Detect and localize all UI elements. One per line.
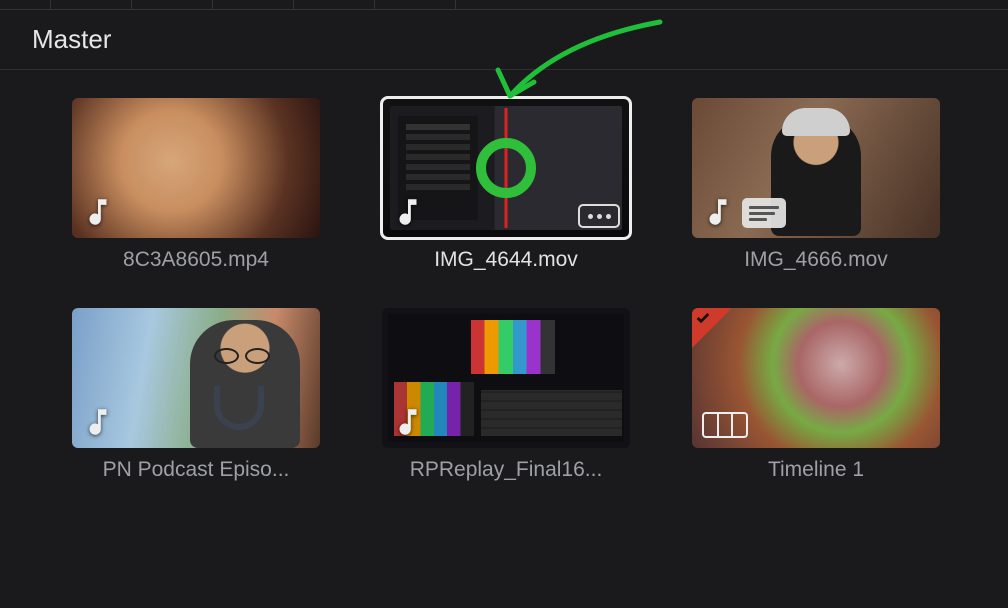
- clip-label: IMG_4666.mov: [744, 248, 888, 272]
- clip-thumbnail[interactable]: [692, 308, 940, 448]
- clip-thumbnail[interactable]: [72, 98, 320, 238]
- clip-item[interactable]: IMG_4666.mov: [676, 98, 956, 272]
- clip-label: PN Podcast Episo...: [103, 458, 290, 482]
- audio-icon: [390, 404, 426, 440]
- clip-thumbnail[interactable]: [72, 308, 320, 448]
- clip-label: RPReplay_Final16...: [410, 458, 603, 482]
- audio-icon: [80, 404, 116, 440]
- clip-label: 8C3A8605.mp4: [123, 248, 269, 272]
- clip-thumbnail[interactable]: [382, 98, 630, 238]
- caption-icon: [742, 198, 786, 228]
- audio-icon: [700, 194, 736, 230]
- top-tab-strip: [0, 0, 1008, 10]
- clip-item[interactable]: RPReplay_Final16...: [366, 308, 646, 482]
- bin-title: Master: [0, 10, 1008, 70]
- clip-item[interactable]: Timeline 1: [676, 308, 956, 482]
- clip-label: Timeline 1: [768, 458, 864, 482]
- media-pool-grid: 8C3A8605.mp4 IMG_4644.mov IMG_4666.mov: [0, 70, 1008, 510]
- clip-item[interactable]: IMG_4644.mov: [366, 98, 646, 272]
- audio-icon: [390, 194, 426, 230]
- audio-icon: [80, 194, 116, 230]
- clip-item[interactable]: 8C3A8605.mp4: [56, 98, 336, 272]
- clip-label: IMG_4644.mov: [434, 248, 578, 272]
- flag-icon: [692, 308, 732, 348]
- clip-item[interactable]: PN Podcast Episo...: [56, 308, 336, 482]
- clip-more-icon[interactable]: [578, 204, 620, 228]
- timeline-icon: [702, 412, 748, 438]
- clip-thumbnail[interactable]: [692, 98, 940, 238]
- clip-thumbnail[interactable]: [382, 308, 630, 448]
